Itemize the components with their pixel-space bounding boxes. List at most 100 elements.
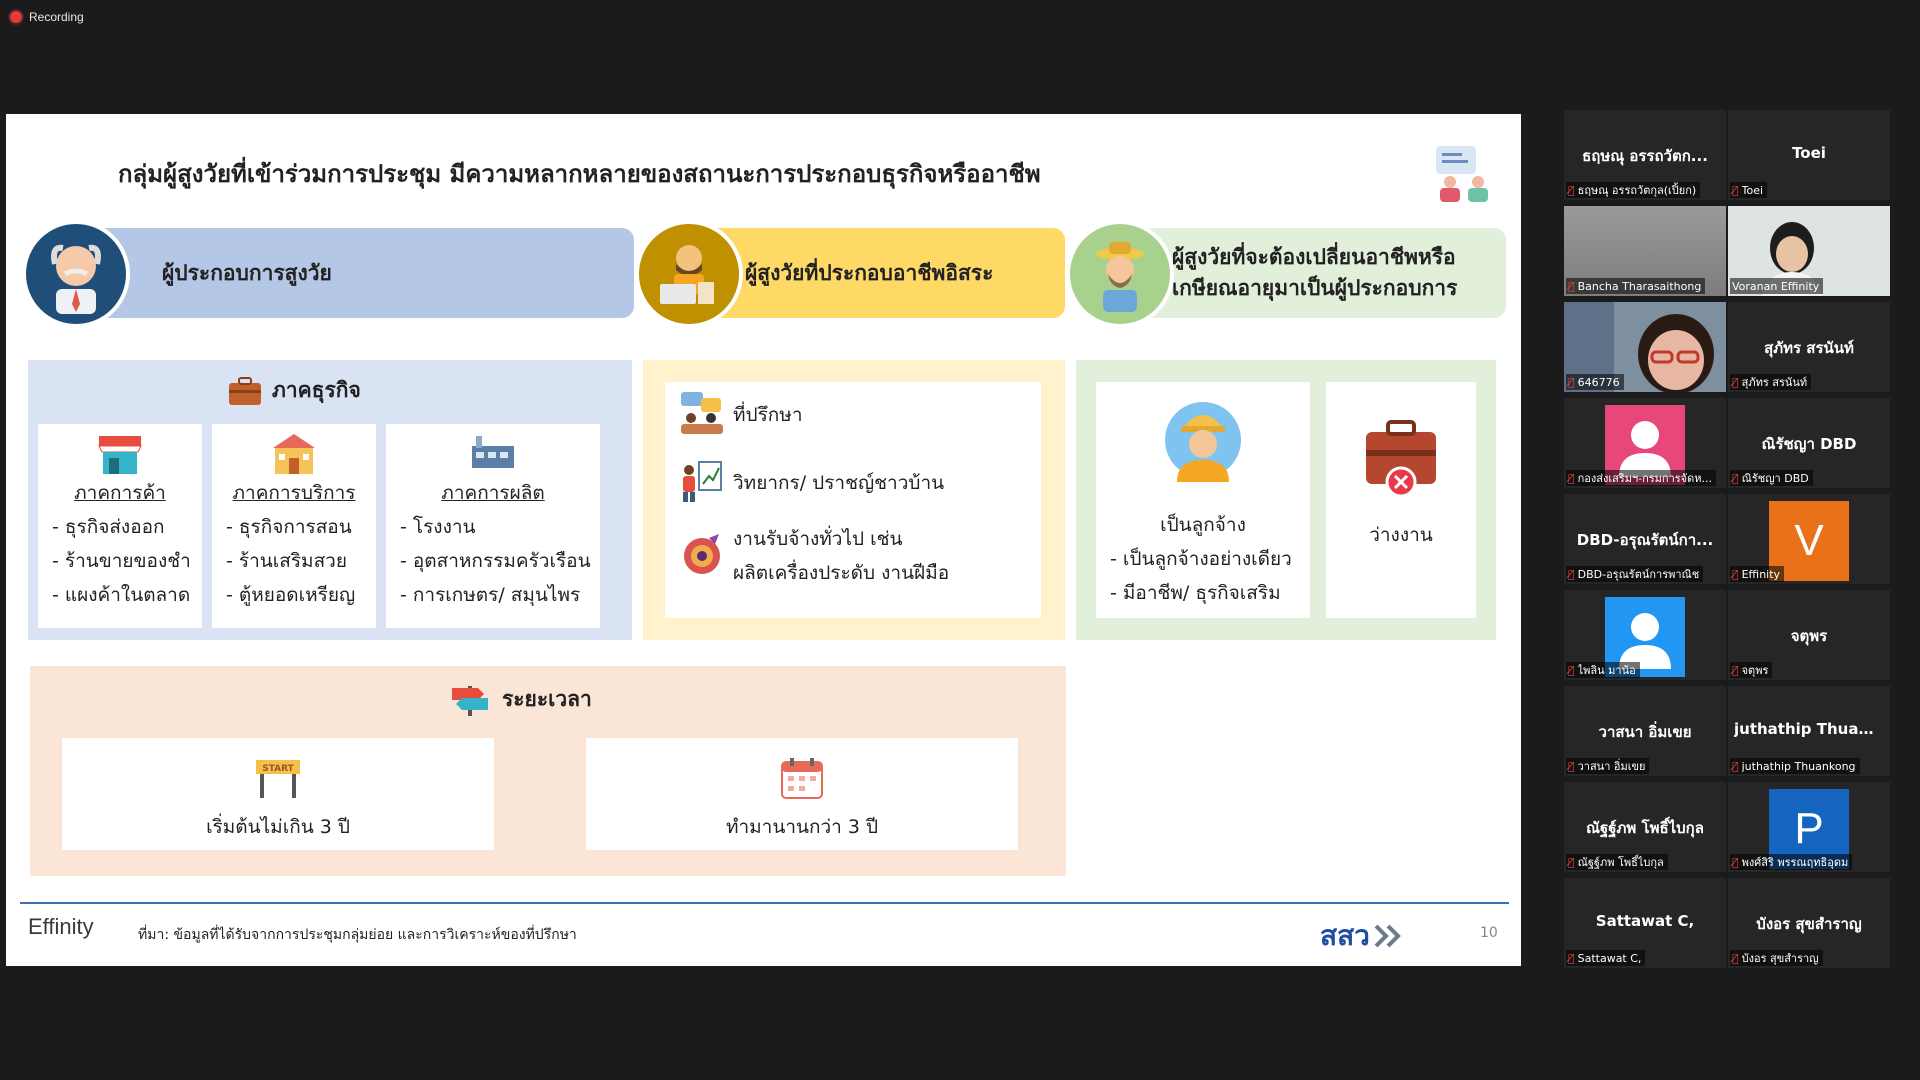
- effinity-logo: Effinity: [28, 914, 94, 939]
- participant-video-tile-active-speaker[interactable]: Voranan Effinity: [1728, 206, 1890, 296]
- mic-muted-icon: 🎙̸: [1568, 279, 1575, 293]
- participant-tile[interactable]: Toei 🎙̸ Toei: [1728, 110, 1890, 200]
- participant-tile[interactable]: สุภัทร สรนันท์ 🎙̸ สุภัทร สรนันท์: [1728, 302, 1890, 392]
- participant-tile[interactable]: 🎙̸ กองส่งเสริมฯ-กรมการจัดห...: [1564, 398, 1726, 488]
- manufacturing-sector-header: ภาคการผลิต: [441, 482, 545, 504]
- period-panel: ระยะเวลา START เริ่มต้นไม่เกิน 3 ปี ทำมา…: [30, 666, 1066, 876]
- participant-tile[interactable]: บังอร สุขสำราญ 🎙̸ บังอร สุขสำราญ: [1728, 878, 1890, 968]
- category-career-change: ผู้สูงวัยที่จะต้องเปลี่ยนอาชีพหรือ เกษีย…: [1066, 220, 1506, 328]
- school-building-icon: [273, 434, 315, 474]
- start-sign-text: START: [262, 764, 294, 774]
- participant-name: จตุพร: [1741, 664, 1769, 677]
- participant-name: ณิรัชญา DBD: [1741, 472, 1809, 485]
- participant-display-name: วาสนา อิ่มเขย: [1598, 723, 1692, 741]
- participant-name: ธฤษณุ อรรถวัตกุล(เปิ้ยก): [1577, 184, 1697, 197]
- service-item-3: - ตู้หยอดเหรียญ: [226, 584, 356, 606]
- mic-muted-icon: 🎙̸: [1732, 375, 1739, 389]
- employment-panel: เป็นลูกจ้าง - เป็นลูกจ้างอย่างเดียว - มี…: [1076, 360, 1496, 640]
- mic-muted-icon: 🎙̸: [1568, 759, 1575, 773]
- shop-icon: [98, 436, 142, 474]
- participant-tile[interactable]: juthathip Thuan... 🎙̸ juthathip Thuankong: [1728, 686, 1890, 776]
- participant-video-tile[interactable]: 🎙̸ Bancha Tharasaithong: [1564, 206, 1726, 296]
- participant-name: juthathip Thuankong: [1741, 759, 1856, 773]
- participant-tile[interactable]: Sattawat C, 🎙̸ Sattawat C,: [1564, 878, 1726, 968]
- participant-tile[interactable]: ณัฐฐ์ภพ โพธิ์ไบกุล 🎙̸ ณัฐฐ์ภพ โพธิ์ไบกุล: [1564, 782, 1726, 872]
- employee-item-2: - มีอาชีพ/ ธุรกิจเสริม: [1110, 582, 1281, 604]
- double-chevron-icon: [1374, 924, 1401, 948]
- category-entrepreneur-label: ผู้ประกอบการสูงวัย: [92, 228, 634, 318]
- participant-tile[interactable]: จตุพร 🎙̸ จตุพร: [1728, 590, 1890, 680]
- meeting-icon: [1436, 146, 1488, 202]
- handicraft-icon: [684, 534, 720, 574]
- freelance-item-consultant: ที่ปรึกษา: [733, 404, 803, 426]
- manufacturing-item-3: - การเกษตร/ สมุนไพร: [400, 584, 581, 606]
- service-item-2: - ร้านเสริมสวย: [226, 550, 347, 572]
- calendar-icon: [781, 758, 823, 799]
- category-entrepreneur: ผู้ประกอบการสูงวัย: [22, 220, 634, 328]
- participant-name: Effinity: [1741, 567, 1781, 581]
- participant-display-name: สุภัทร สรนันท์: [1764, 339, 1854, 357]
- service-sector-header: ภาคการบริการ: [232, 482, 356, 504]
- business-sector-label: ภาคธุรกิจ: [272, 378, 361, 402]
- mic-muted-icon: 🎙̸: [1568, 183, 1575, 197]
- unemployed-briefcase-icon: [1366, 420, 1436, 498]
- page-number: 10: [1480, 925, 1498, 941]
- mic-muted-icon: 🎙̸: [1568, 471, 1575, 485]
- mic-muted-icon: 🎙̸: [1568, 855, 1575, 869]
- participant-display-name: บังอร สุขสำราญ: [1756, 915, 1862, 933]
- category-career-change-line2: เกษียณอายุมาเป็นผู้ประกอบการ: [1172, 276, 1458, 300]
- recording-indicator: Recording: [10, 10, 84, 24]
- participant-display-name: Toei: [1792, 144, 1826, 162]
- freelance-item-hired-work: งานรับจ้างทั่วไป เช่น: [733, 528, 903, 550]
- employee-label: เป็นลูกจ้าง: [1160, 514, 1246, 536]
- trade-item-2: - ร้านขายของชำ: [52, 550, 191, 572]
- freelance-item-lecturer: วิทยากร/ ปราชญ์ชาวบ้าน: [733, 472, 945, 494]
- freelance-card: ที่ปรึกษา วิทยากร/ ปราชญ์ชาวบ้าน งานรับจ…: [665, 382, 1041, 618]
- participant-video-tile[interactable]: 🎙̸ 646776: [1564, 302, 1726, 392]
- trade-sector-card: ภาคการค้า - ธุรกิจส่งออก - ร้านขายของชำ …: [38, 424, 202, 628]
- participant-display-name: จตุพร: [1790, 627, 1828, 645]
- mic-muted-icon: 🎙̸: [1732, 471, 1739, 485]
- participant-name: บังอร สุขสำราญ: [1741, 952, 1819, 965]
- worker-icon: [1165, 402, 1241, 482]
- participant-tile[interactable]: 🎙̸ ไพลิน มาน้อ: [1564, 590, 1726, 680]
- participant-name: ไพลิน มาน้อ: [1577, 664, 1636, 677]
- manufacturing-item-2: - อุตสาหกรรมครัวเรือน: [400, 550, 591, 572]
- participant-tile[interactable]: ณิรัชญา DBD 🎙̸ ณิรัชญา DBD: [1728, 398, 1890, 488]
- shared-slide: กลุ่มผู้สูงวัยที่เข้าร่วมการประชุม มีควา…: [6, 114, 1521, 966]
- participant-tile[interactable]: ธฤษณุ อรรถวัตก... 🎙̸ ธฤษณุ อรรถวัตกุล(เปิ…: [1564, 110, 1726, 200]
- farmer-icon: [1066, 220, 1174, 328]
- participant-display-name: DBD-อรุณรัตน์กา...: [1576, 531, 1714, 549]
- participant-name: วาสนา อิ่มเขย: [1577, 760, 1646, 773]
- participant-tile[interactable]: DBD-อรุณรัตน์กา... 🎙̸ DBD-อรุณรัตน์การพาณ…: [1564, 494, 1726, 584]
- participant-name: ณัฐฐ์ภพ โพธิ์ไบกุล: [1577, 856, 1664, 869]
- manufacturing-item-1: - โรงงาน: [400, 516, 476, 538]
- participant-name: Bancha Tharasaithong: [1577, 279, 1702, 293]
- mic-muted-icon: 🎙̸: [1568, 951, 1575, 965]
- osmep-logo: สสว: [1320, 914, 1404, 958]
- period-label: ระยะเวลา: [502, 686, 592, 711]
- start-sign-icon: START: [256, 760, 300, 798]
- participant-tile[interactable]: วาสนา อิ่มเขย 🎙̸ วาสนา อิ่มเขย: [1564, 686, 1726, 776]
- recording-dot-icon: [10, 11, 22, 23]
- trade-item-3: - แผงค้าในตลาด: [52, 584, 191, 606]
- category-career-change-line1: ผู้สูงวัยที่จะต้องเปลี่ยนอาชีพหรือ: [1172, 244, 1456, 269]
- consultant-icon: [681, 392, 723, 434]
- employee-card: เป็นลูกจ้าง - เป็นลูกจ้างอย่างเดียว - มี…: [1096, 382, 1310, 618]
- mic-muted-icon: 🎙̸: [1568, 375, 1575, 389]
- participant-name: Toei: [1741, 183, 1764, 197]
- participant-name: DBD-อรุณรัตน์การพาณิช: [1577, 568, 1700, 581]
- service-item-1: - ธุรกิจการสอน: [226, 516, 352, 538]
- participant-name: สุภัทร สรนันท์: [1741, 376, 1808, 389]
- participant-display-name: ณิรัชญา DBD: [1761, 435, 1857, 453]
- footer-divider: [20, 902, 1509, 904]
- period-short-card: START เริ่มต้นไม่เกิน 3 ปี: [62, 738, 494, 850]
- participant-tile[interactable]: V 🎙̸ Effinity: [1728, 494, 1890, 584]
- unemployed-card: ว่างงาน: [1326, 382, 1476, 618]
- participant-display-name: ธฤษณุ อรรถวัตก...: [1582, 147, 1708, 165]
- mic-muted-icon: 🎙̸: [1732, 183, 1739, 197]
- participant-name: กองส่งเสริมฯ-กรมการจัดห...: [1577, 472, 1713, 485]
- employee-item-1: - เป็นลูกจ้างอย่างเดียว: [1110, 548, 1292, 570]
- participant-tile[interactable]: P 🎙̸ พงศ์สิริ พรรณฤทธิอุดม: [1728, 782, 1890, 872]
- unemployed-label: ว่างงาน: [1369, 524, 1433, 546]
